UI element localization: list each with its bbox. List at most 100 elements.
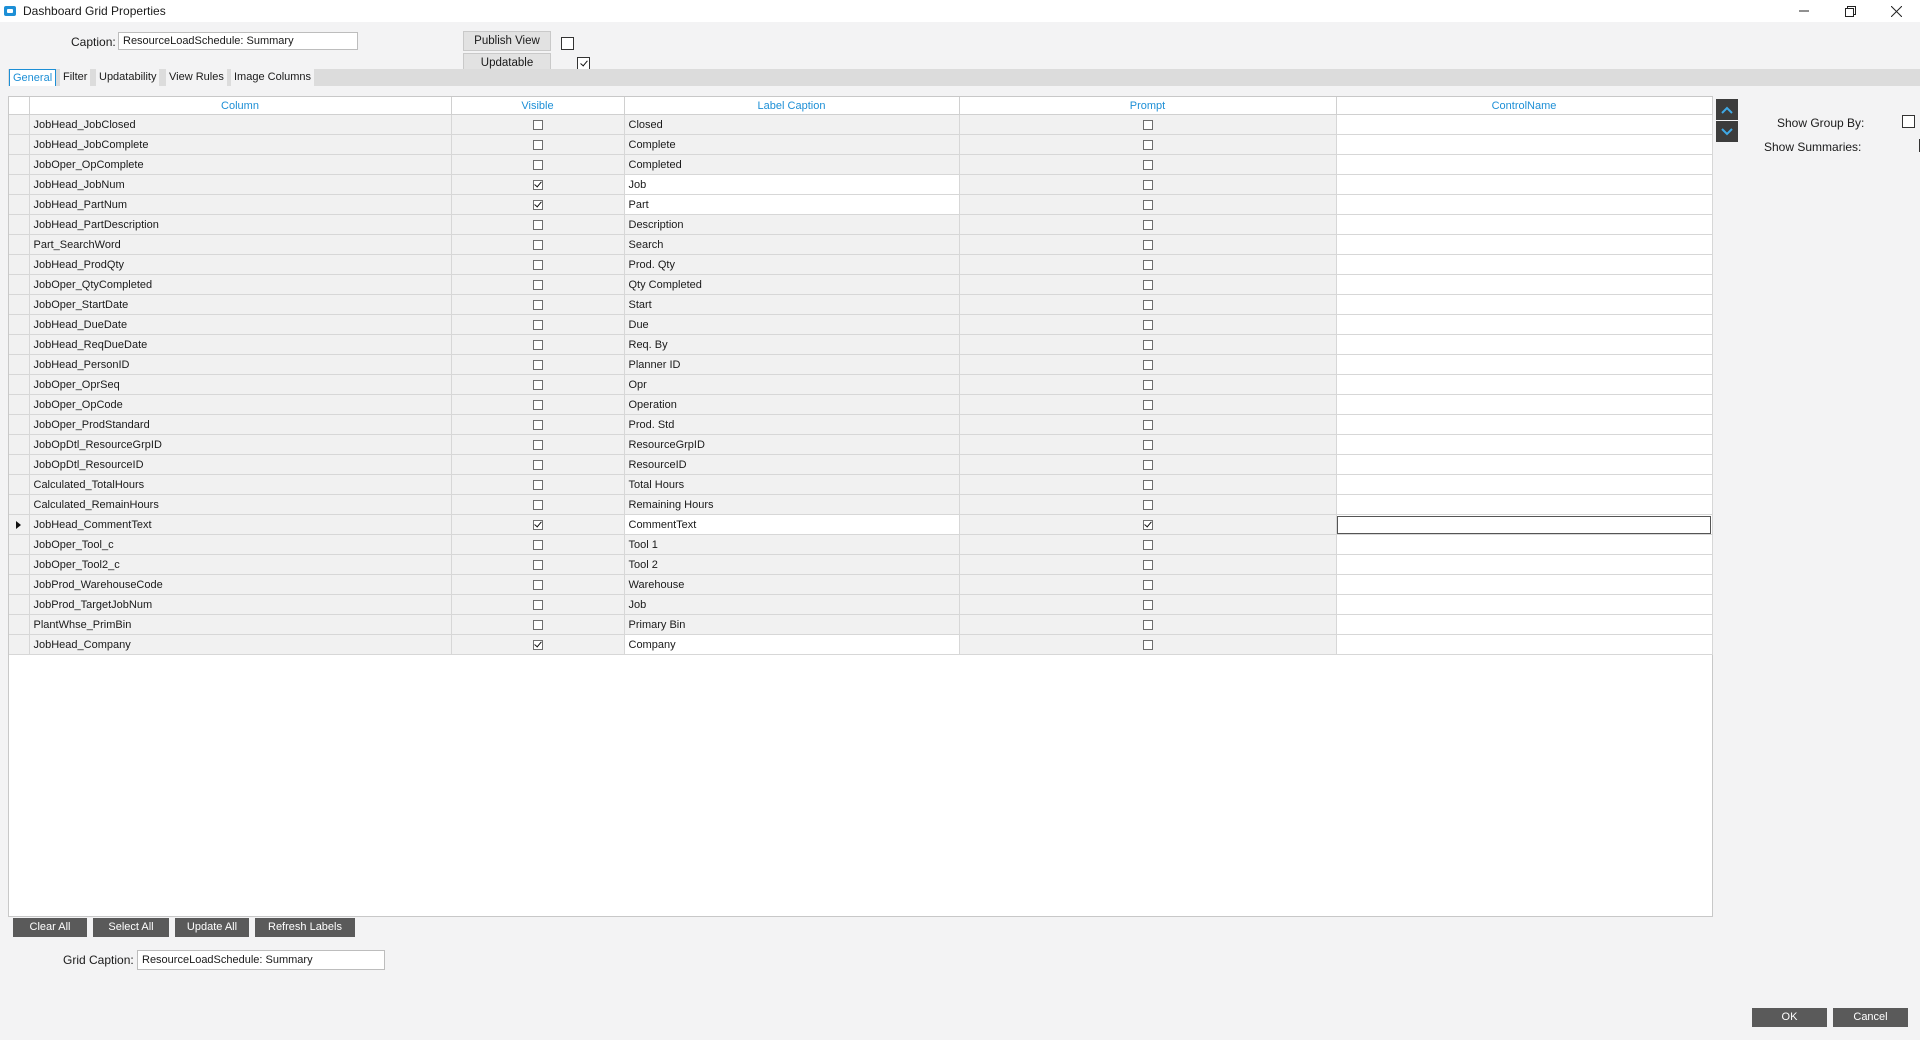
tab-general[interactable]: General	[9, 69, 57, 86]
label-caption-cell[interactable]: Company	[624, 634, 960, 655]
prompt-checkbox[interactable]	[1142, 399, 1153, 410]
prompt-checkbox[interactable]	[1142, 219, 1153, 230]
table-row[interactable]: JobHead_PartDescription Description	[9, 214, 1713, 235]
label-caption-cell[interactable]: Completed	[624, 154, 960, 175]
label-caption-cell[interactable]: Remaining Hours	[624, 494, 960, 515]
prompt-checkbox[interactable]	[1142, 379, 1153, 390]
table-row[interactable]: JobOper_Tool2_c Tool 2	[9, 554, 1713, 575]
visible-checkbox[interactable]	[532, 599, 543, 610]
row-selector[interactable]	[9, 154, 30, 175]
table-row[interactable]: JobOper_ProdStandard Prod. Std	[9, 414, 1713, 435]
publish-view-checkbox[interactable]	[561, 37, 574, 50]
visible-checkbox[interactable]	[532, 159, 543, 170]
row-selector[interactable]	[9, 354, 30, 375]
caption-input[interactable]	[118, 32, 358, 50]
table-row[interactable]: JobHead_ProdQty Prod. Qty	[9, 254, 1713, 275]
label-caption-cell[interactable]: Total Hours	[624, 474, 960, 495]
control-name-cell[interactable]	[1336, 394, 1713, 415]
control-name-cell[interactable]	[1336, 154, 1713, 175]
control-name-cell[interactable]	[1336, 494, 1713, 515]
table-row[interactable]: JobOper_QtyCompleted Qty Completed	[9, 274, 1713, 295]
control-name-cell[interactable]	[1336, 194, 1713, 215]
label-caption-cell[interactable]: Tool 1	[624, 534, 960, 555]
table-row[interactable]: JobHead_ReqDueDate Req. By	[9, 334, 1713, 355]
control-name-cell[interactable]	[1336, 514, 1713, 535]
visible-checkbox[interactable]	[532, 479, 543, 490]
row-selector[interactable]	[9, 434, 30, 455]
label-caption-cell[interactable]: Part	[624, 194, 960, 215]
visible-checkbox[interactable]	[532, 439, 543, 450]
table-row[interactable]: JobProd_WarehouseCode Warehouse	[9, 574, 1713, 595]
visible-checkbox[interactable]	[532, 579, 543, 590]
row-selector[interactable]	[9, 394, 30, 415]
table-row[interactable]: JobHead_JobNum Job	[9, 174, 1713, 195]
move-up-button[interactable]	[1716, 99, 1738, 120]
label-caption-cell[interactable]: Req. By	[624, 334, 960, 355]
visible-checkbox[interactable]	[532, 499, 543, 510]
show-group-by-checkbox[interactable]	[1902, 115, 1916, 128]
visible-checkbox[interactable]	[532, 299, 543, 310]
label-caption-cell[interactable]: Job	[624, 594, 960, 615]
prompt-checkbox[interactable]	[1142, 579, 1153, 590]
visible-checkbox[interactable]	[532, 139, 543, 150]
label-caption-cell[interactable]: Planner ID	[624, 354, 960, 375]
row-selector[interactable]	[9, 314, 30, 335]
move-down-button[interactable]	[1716, 121, 1738, 142]
visible-checkbox[interactable]	[532, 639, 543, 650]
refresh-labels-button[interactable]: Refresh Labels	[255, 918, 355, 937]
table-row[interactable]: Calculated_RemainHours Remaining Hours	[9, 494, 1713, 515]
control-name-cell[interactable]	[1336, 234, 1713, 255]
visible-checkbox[interactable]	[532, 219, 543, 230]
prompt-checkbox[interactable]	[1142, 279, 1153, 290]
label-caption-cell[interactable]: Tool 2	[624, 554, 960, 575]
row-selector[interactable]	[9, 334, 30, 355]
table-row[interactable]: JobOper_OprSeq Opr	[9, 374, 1713, 395]
table-row[interactable]: JobOper_OpCode Operation	[9, 394, 1713, 415]
control-name-cell[interactable]	[1336, 574, 1713, 595]
prompt-checkbox[interactable]	[1142, 119, 1153, 130]
restore-button[interactable]	[1827, 0, 1873, 22]
control-name-cell[interactable]	[1336, 434, 1713, 455]
select-all-button[interactable]: Select All	[93, 918, 169, 937]
table-row[interactable]: JobOper_StartDate Start	[9, 294, 1713, 315]
control-name-cell[interactable]	[1336, 254, 1713, 275]
control-name-cell[interactable]	[1336, 474, 1713, 495]
tab-filter[interactable]: Filter	[60, 69, 91, 86]
label-caption-cell[interactable]: Opr	[624, 374, 960, 395]
header-prompt[interactable]: Prompt	[959, 97, 1337, 115]
label-caption-cell[interactable]: Prod. Std	[624, 414, 960, 435]
prompt-checkbox[interactable]	[1142, 439, 1153, 450]
label-caption-cell[interactable]: Qty Completed	[624, 274, 960, 295]
visible-checkbox[interactable]	[532, 239, 543, 250]
visible-checkbox[interactable]	[532, 379, 543, 390]
visible-checkbox[interactable]	[532, 319, 543, 330]
control-name-cell[interactable]	[1336, 314, 1713, 335]
prompt-checkbox[interactable]	[1142, 359, 1153, 370]
control-name-cell[interactable]	[1336, 534, 1713, 555]
label-caption-cell[interactable]: Due	[624, 314, 960, 335]
row-selector[interactable]	[9, 574, 30, 595]
header-visible[interactable]: Visible	[451, 97, 625, 115]
ok-button[interactable]: OK	[1752, 1008, 1827, 1027]
label-caption-cell[interactable]: ResourceGrpID	[624, 434, 960, 455]
label-caption-cell[interactable]: Search	[624, 234, 960, 255]
prompt-checkbox[interactable]	[1142, 239, 1153, 250]
minimize-button[interactable]	[1781, 0, 1827, 22]
clear-all-button[interactable]: Clear All	[13, 918, 87, 937]
close-button[interactable]	[1873, 0, 1919, 22]
table-row[interactable]: JobOper_OpComplete Completed	[9, 154, 1713, 175]
visible-checkbox[interactable]	[532, 339, 543, 350]
control-name-cell[interactable]	[1336, 634, 1713, 655]
visible-checkbox[interactable]	[532, 619, 543, 630]
label-caption-cell[interactable]: Job	[624, 174, 960, 195]
prompt-checkbox[interactable]	[1142, 319, 1153, 330]
row-selector[interactable]	[9, 174, 30, 195]
tab-view-rules[interactable]: View Rules	[166, 69, 227, 86]
update-all-button[interactable]: Update All	[175, 918, 249, 937]
table-row[interactable]: JobOpDtl_ResourceGrpID ResourceGrpID	[9, 434, 1713, 455]
label-caption-cell[interactable]: Warehouse	[624, 574, 960, 595]
visible-checkbox[interactable]	[532, 179, 543, 190]
table-row[interactable]: PlantWhse_PrimBin Primary Bin	[9, 614, 1713, 635]
row-selector[interactable]	[9, 294, 30, 315]
label-caption-cell[interactable]: CommentText	[624, 514, 960, 535]
